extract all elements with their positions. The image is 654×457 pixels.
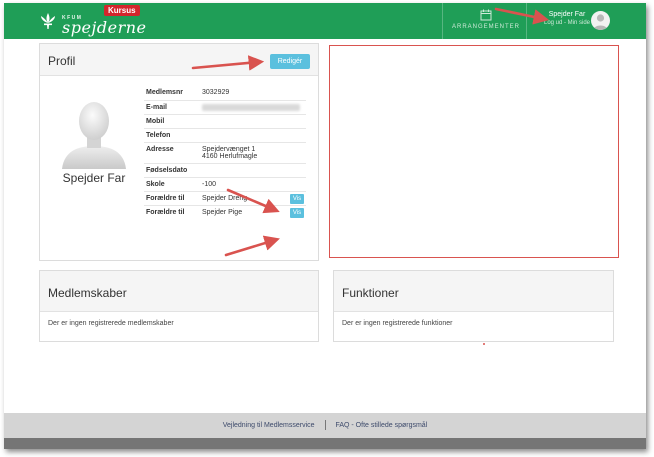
row-label: E-mail: [144, 100, 200, 115]
child-name: Spejder Dreng: [202, 194, 248, 202]
footer-bottom-bar: [4, 438, 646, 449]
profile-avatar: [62, 102, 126, 169]
app-window: KFUM spejderne Kursus ARRANGEMENTER Spej…: [4, 3, 646, 449]
user-links[interactable]: Log ud - Min side: [537, 20, 597, 26]
view-child-button[interactable]: Vis: [290, 193, 304, 204]
user-avatar[interactable]: [591, 11, 610, 30]
row-value: 3032929: [200, 86, 306, 101]
table-row: Telefon: [144, 128, 306, 143]
profile-panel: Profil Redigér Spejder Far Medlemsnr 303…: [39, 43, 319, 261]
events-nav-item[interactable]: ARRANGEMENTER: [448, 9, 524, 37]
redacted-email: [202, 103, 300, 111]
guide-link[interactable]: Vejledning til Medlemsservice: [223, 422, 315, 429]
row-label: Medlemsnr: [144, 86, 200, 101]
row-label: Fødselsdato: [144, 163, 200, 178]
child-name: Spejder Pige: [202, 208, 243, 216]
highlight-frame: [329, 45, 619, 258]
address-line2: 4160 Herlufmagle: [202, 152, 258, 160]
row-value: [200, 114, 306, 129]
row-value: [200, 128, 306, 143]
row-label: Telefon: [144, 128, 200, 143]
course-badge: Kursus: [104, 5, 140, 16]
functions-panel: Funktioner Der er ingen registrerede fun…: [333, 270, 614, 342]
profile-info-table: Medlemsnr 3032929 E-mail Mobil Telefon A…: [144, 86, 306, 219]
top-navbar: KFUM spejderne Kursus ARRANGEMENTER Spej…: [4, 3, 646, 39]
row-label: Forældre til: [144, 191, 200, 206]
logo[interactable]: KFUM spejderne Kursus: [38, 5, 150, 37]
row-label: Adresse: [144, 142, 200, 164]
table-row: Medlemsnr 3032929: [144, 86, 306, 101]
table-row: Forældre til Spejder Pige Vis: [144, 205, 306, 219]
functions-header: Funktioner: [334, 271, 613, 312]
calendar-icon: [480, 9, 492, 21]
table-row: Fødselsdato: [144, 163, 306, 178]
nav-divider: [442, 3, 443, 39]
table-row: Forældre til Spejder Dreng Vis: [144, 191, 306, 206]
table-row: Skole -100: [144, 177, 306, 192]
dot-mark: [483, 343, 485, 345]
table-row: E-mail: [144, 100, 306, 115]
memberships-panel: Medlemskaber Der er ingen registrerede m…: [39, 270, 319, 342]
row-label: Mobil: [144, 114, 200, 129]
edit-button[interactable]: Redigér: [270, 54, 310, 69]
table-row: Adresse Spejdervænget 1 4160 Herlufmagle: [144, 142, 306, 164]
user-name: Spejder Far: [548, 11, 586, 18]
child-cell: Spejder Pige Vis: [200, 205, 306, 219]
email-value-redacted: [200, 100, 306, 115]
row-value: [200, 163, 306, 178]
address-value: Spejdervænget 1 4160 Herlufmagle: [200, 142, 306, 164]
user-menu[interactable]: Spejder Far Log ud - Min side: [537, 11, 597, 26]
logo-text: spejderne: [62, 18, 147, 37]
events-label: ARRANGEMENTER: [451, 24, 520, 30]
functions-title: Funktioner: [342, 286, 399, 300]
faq-link[interactable]: FAQ - Ofte stillede spørgsmål: [335, 422, 427, 429]
view-child-button[interactable]: Vis: [290, 207, 304, 218]
child-cell: Spejder Dreng Vis: [200, 191, 306, 206]
memberships-title: Medlemskaber: [48, 286, 127, 300]
row-label: Skole: [144, 177, 200, 192]
memberships-header: Medlemskaber: [40, 271, 318, 312]
row-label: Forældre til: [146, 208, 185, 216]
profile-title: Profil: [48, 54, 76, 68]
lily-icon: [41, 13, 55, 29]
nav-divider: [526, 3, 527, 39]
footer: Vejledning til Medlemsservice FAQ - Ofte…: [4, 413, 646, 438]
footer-separator: [324, 420, 326, 431]
row-value: -100: [200, 177, 306, 192]
memberships-empty-text: Der er ingen registrerede medlemskaber: [48, 320, 174, 327]
profile-name: Spejder Far: [62, 171, 126, 185]
address-line1: Spejdervænget 1: [202, 145, 256, 153]
person-icon: [593, 14, 608, 30]
functions-empty-text: Der er ingen registrerede funktioner: [342, 320, 453, 327]
table-row: Mobil: [144, 114, 306, 129]
